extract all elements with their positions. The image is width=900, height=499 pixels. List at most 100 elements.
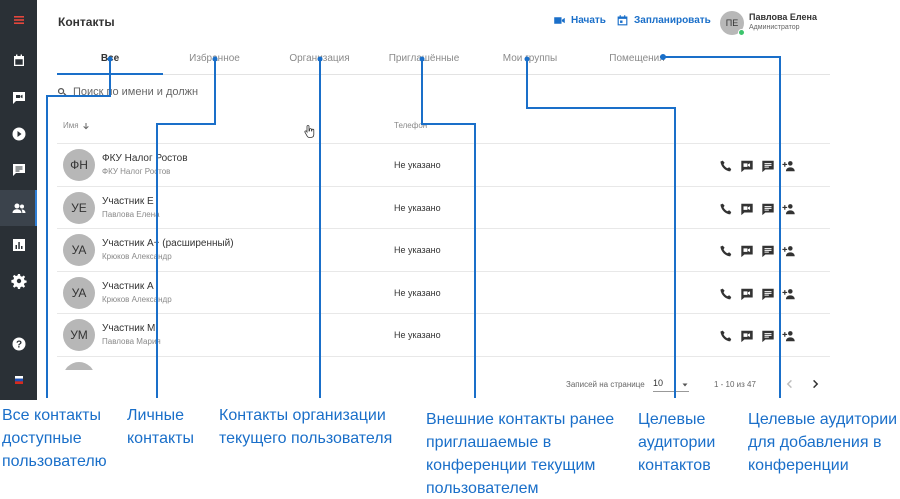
prev-page-button[interactable] <box>783 378 795 390</box>
tab-my-groups[interactable]: Мои группы <box>494 53 566 64</box>
start-label: Начать <box>571 15 606 26</box>
chart-icon <box>12 239 25 251</box>
contacts-icon <box>12 203 25 213</box>
avatar: УА <box>63 234 95 266</box>
search-box <box>57 82 217 102</box>
sidebar-item-statistics[interactable] <box>0 227 37 263</box>
sidebar-item-contacts[interactable] <box>0 190 37 226</box>
phone-icon[interactable] <box>719 329 733 343</box>
chat-icon[interactable] <box>761 202 775 216</box>
video-call-icon[interactable] <box>740 202 754 216</box>
add-person-icon[interactable] <box>782 329 796 343</box>
sidebar-item-conference[interactable] <box>0 80 37 116</box>
chat-icon[interactable] <box>761 287 775 301</box>
sidebar-item-calendar[interactable] <box>0 43 37 79</box>
contact-subtitle: Павлова Елена <box>102 209 160 219</box>
phone-icon[interactable] <box>719 287 733 301</box>
avatar-initials: ПЕ <box>725 18 739 28</box>
sort-arrow-down-icon <box>82 122 89 129</box>
tab-invited[interactable]: Приглашённые <box>385 53 463 64</box>
chat-video-icon <box>12 92 25 104</box>
calendar-icon <box>617 15 628 26</box>
search-input[interactable] <box>73 86 213 98</box>
sidebar-item-language[interactable] <box>0 362 37 398</box>
page-title: Контакты <box>58 15 115 29</box>
chat-icon[interactable] <box>761 244 775 258</box>
avatar[interactable]: ПЕ <box>720 11 745 36</box>
user-name[interactable]: Павлова Елена <box>749 12 817 22</box>
gear-icon <box>10 274 27 289</box>
menu-button[interactable] <box>0 2 37 38</box>
schedule-conference-button[interactable]: Запланировать <box>616 14 711 27</box>
contact-name: Участник А <box>102 280 154 292</box>
video-call-icon[interactable] <box>740 287 754 301</box>
avatar-initials: УА <box>71 285 87 300</box>
sidebar-item-recordings[interactable] <box>0 116 37 152</box>
sidebar-item-settings[interactable] <box>0 263 37 299</box>
add-person-icon[interactable] <box>782 244 796 258</box>
phone-icon[interactable] <box>719 244 733 258</box>
row-actions <box>719 202 796 216</box>
tab-all[interactable]: Все <box>57 53 163 64</box>
table-row[interactable]: УА Участник А Крюков Александр Не указано <box>57 270 830 314</box>
contact-name: Участник М <box>102 323 156 334</box>
avatar-initials: УЕ <box>71 200 87 215</box>
phone-icon[interactable] <box>719 159 733 173</box>
online-status-dot <box>738 29 745 36</box>
phone-icon[interactable] <box>719 202 733 216</box>
row-actions <box>719 244 796 258</box>
avatar-initials: ФН <box>70 158 88 172</box>
chat-icon[interactable] <box>761 159 775 173</box>
table-row[interactable]: УЕ Участник Е Павлова Елена Не указано <box>57 185 830 229</box>
next-page-button[interactable] <box>810 378 822 390</box>
contact-phone: Не указано <box>394 287 441 298</box>
contact-phone: Не указано <box>394 160 441 170</box>
video-call-icon[interactable] <box>740 159 754 173</box>
avatar: УМ <box>63 319 95 351</box>
sidebar: ? <box>0 0 37 400</box>
video-call-icon[interactable] <box>740 329 754 343</box>
chevron-down-icon <box>682 383 688 387</box>
add-person-icon[interactable] <box>782 159 796 173</box>
add-person-icon[interactable] <box>782 287 796 301</box>
avatar-initials: УА <box>71 243 87 257</box>
table-row[interactable]: ФН ФКУ Налог Ростов ФКУ Налог Ростов Не ука… <box>57 143 830 186</box>
sidebar-item-help[interactable]: ? <box>0 326 37 362</box>
message-icon <box>12 164 25 176</box>
video-camera-icon <box>554 17 565 24</box>
search-icon <box>57 87 67 96</box>
contact-name: Участник А+ (расширенный) <box>102 238 234 249</box>
annotation-contact-audiences: Целевые аудитории контактов <box>638 411 716 474</box>
sidebar-item-messages[interactable] <box>0 152 37 188</box>
top-bar: Контакты Начать Запланировать ПЕ Павлова… <box>37 0 830 44</box>
tab-rooms[interactable]: Помещения <box>601 53 673 64</box>
column-name-header[interactable]: Имя <box>63 121 90 130</box>
avatar: ФН <box>63 149 95 181</box>
contact-phone: Не указано <box>394 202 441 213</box>
tab-favorites[interactable]: Избранное <box>179 53 250 64</box>
video-call-icon[interactable] <box>740 244 754 258</box>
row-actions <box>719 159 796 173</box>
schedule-label: Запланировать <box>634 15 711 26</box>
contact-tabs: Все Избранное Организация Приглашённые М… <box>57 50 830 75</box>
tab-organization[interactable]: Организация <box>282 53 357 64</box>
help-icon: ? <box>12 337 25 351</box>
active-tab-indicator <box>57 73 163 75</box>
rows-per-page-label: Записей на странице <box>566 380 645 389</box>
avatar: УА <box>63 276 95 309</box>
table-row[interactable]: УМ Участник М Павлова Мария Не указано <box>57 313 830 356</box>
chat-icon[interactable] <box>761 329 775 343</box>
add-person-icon[interactable] <box>782 202 796 216</box>
rows-per-page-select[interactable]: 10 <box>653 378 689 392</box>
start-conference-button[interactable]: Начать <box>553 14 606 27</box>
table-row[interactable] <box>57 355 830 370</box>
chevron-left-icon <box>786 379 792 389</box>
svg-text:?: ? <box>15 340 21 351</box>
contact-name: ФКУ Налог Ростов <box>102 153 188 164</box>
contact-phone: Не указано <box>394 330 441 340</box>
annotation-personal-contacts: Личные контакты <box>127 407 194 447</box>
row-actions <box>719 329 796 343</box>
table-row[interactable]: УА Участник А+ (расширенный) Крюков Алекса… <box>57 228 830 271</box>
mouse-cursor-hand-icon <box>304 125 315 138</box>
column-phone-header: Телефон <box>394 121 427 130</box>
